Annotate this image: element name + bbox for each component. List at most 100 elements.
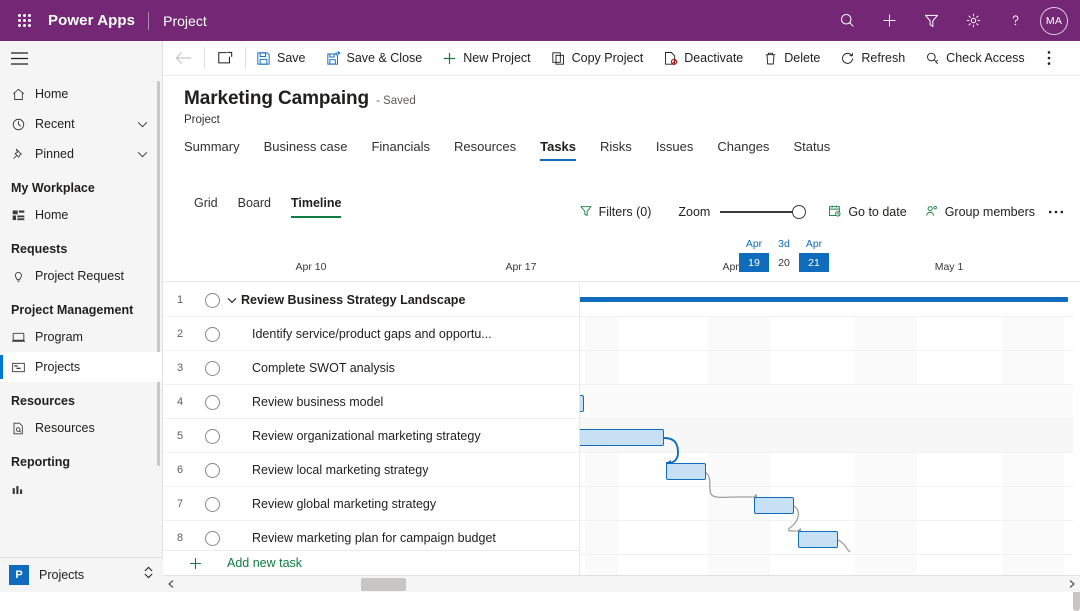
group-members-button[interactable]: Group members <box>916 199 1044 226</box>
sidebar-item-project-request[interactable]: Project Request <box>0 261 162 291</box>
table-row[interactable]: 4 Review business model <box>163 385 579 419</box>
go-to-date-button[interactable]: Go to date <box>819 199 915 226</box>
chevron-down-icon[interactable] <box>137 151 148 158</box>
gantt-bar[interactable] <box>580 429 664 446</box>
chevron-up-down-icon[interactable] <box>143 565 154 585</box>
gantt-bar[interactable] <box>754 497 794 514</box>
sidebar-item-pinned[interactable]: Pinned <box>0 139 162 169</box>
save-and-close-button[interactable]: Save & Close <box>316 41 433 76</box>
sidebar-item-label: Resources <box>35 421 162 435</box>
task-name-cell[interactable]: Review global marketing strategy <box>227 497 436 511</box>
gear-icon[interactable] <box>952 0 994 41</box>
view-tab-board[interactable]: Board <box>228 190 281 224</box>
plus-icon[interactable] <box>868 0 910 41</box>
help-icon[interactable] <box>994 0 1036 41</box>
hamburger-menu-icon[interactable] <box>0 41 163 75</box>
task-name-cell[interactable]: Review marketing plan for campaign budge… <box>227 531 496 545</box>
tab-risks[interactable]: Risks <box>588 139 644 161</box>
range-day-start[interactable]: 19 <box>739 253 769 272</box>
table-row[interactable]: 1 Review Business Strategy Landscape <box>163 283 579 317</box>
table-row[interactable]: 3 Complete SWOT analysis <box>163 351 579 385</box>
gantt-bar[interactable] <box>666 463 706 480</box>
range-day-end[interactable]: 21 <box>799 253 829 272</box>
task-complete-toggle[interactable] <box>197 429 227 444</box>
gantt-summary-bar[interactable] <box>580 297 1068 302</box>
task-complete-toggle[interactable] <box>197 293 227 308</box>
sidebar-item-recent[interactable]: Recent <box>0 109 162 139</box>
table-row[interactable]: 7 Review global marketing strategy <box>163 487 579 521</box>
search-icon[interactable] <box>826 0 868 41</box>
task-name-cell[interactable]: Review organizational marketing strategy <box>227 429 481 443</box>
horizontal-scroll-thumb[interactable] <box>361 578 406 591</box>
popout-button[interactable] <box>205 41 245 76</box>
view-overflow-button[interactable] <box>1044 205 1068 219</box>
horizontal-scrollbar[interactable] <box>163 575 1080 592</box>
tab-issues[interactable]: Issues <box>644 139 706 161</box>
tab-tasks[interactable]: Tasks <box>528 139 588 161</box>
copy-icon <box>551 51 566 66</box>
task-name-cell[interactable]: Identify service/product gaps and opport… <box>227 327 492 341</box>
gantt-vertical-scrollbar[interactable] <box>1073 283 1080 575</box>
task-complete-toggle[interactable] <box>197 395 227 410</box>
command-overflow-button[interactable] <box>1035 41 1063 76</box>
check-access-button[interactable]: Check Access <box>915 41 1035 76</box>
sidebar-item-reporting-clipped[interactable] <box>0 474 162 504</box>
tab-summary[interactable]: Summary <box>184 139 252 161</box>
tab-status[interactable]: Status <box>781 139 842 161</box>
gantt-bar[interactable] <box>580 395 584 412</box>
tab-changes[interactable]: Changes <box>705 139 781 161</box>
timeline-selected-range[interactable]: Apr 3d Apr 19 20 21 <box>739 238 829 272</box>
app-badge: P <box>9 565 29 585</box>
new-project-button[interactable]: New Project <box>432 41 540 76</box>
table-row[interactable]: 6 Review local marketing strategy <box>163 453 579 487</box>
range-day-middle[interactable]: 20 <box>769 253 799 272</box>
scroll-left-arrow-icon[interactable] <box>163 576 179 593</box>
scroll-up-arrow-icon[interactable] <box>1073 567 1079 573</box>
brand-label[interactable]: Power Apps <box>48 12 148 29</box>
zoom-slider[interactable] <box>720 204 805 220</box>
task-complete-toggle[interactable] <box>197 531 227 546</box>
sidebar-item-resources[interactable]: Resources <box>0 413 162 443</box>
tab-financials[interactable]: Financials <box>359 139 442 161</box>
gantt-bar[interactable] <box>798 531 838 548</box>
page-subtitle: Project <box>163 114 1080 126</box>
app-launcher-waffle-icon[interactable] <box>0 0 48 41</box>
scroll-right-arrow-icon[interactable] <box>1064 576 1080 593</box>
chevron-expanded-icon[interactable] <box>227 293 237 307</box>
avatar[interactable]: MA <box>1040 7 1068 35</box>
table-row[interactable]: 5 Review organizational marketing strate… <box>163 419 579 453</box>
copy-project-button[interactable]: Copy Project <box>541 41 654 76</box>
task-complete-toggle[interactable] <box>197 463 227 478</box>
delete-button[interactable]: Delete <box>753 41 830 76</box>
sidebar-item-workplace-home[interactable]: Home <box>0 200 162 230</box>
task-name-cell[interactable]: Review Business Strategy Landscape <box>227 293 465 307</box>
zoom-slider-thumb[interactable] <box>792 205 806 219</box>
task-name-cell[interactable]: Review business model <box>227 395 383 409</box>
save-button[interactable]: Save <box>246 41 316 76</box>
filters-button[interactable]: Filters (0) <box>570 199 661 226</box>
sidebar-app-switcher[interactable]: P Projects <box>0 557 163 592</box>
top-app-bar: Power Apps Project MA <box>0 0 1080 41</box>
task-complete-toggle[interactable] <box>197 497 227 512</box>
sidebar-item-program[interactable]: Program <box>0 322 162 352</box>
refresh-button[interactable]: Refresh <box>830 41 915 76</box>
deactivate-button[interactable]: Deactivate <box>653 41 753 76</box>
task-complete-toggle[interactable] <box>197 327 227 342</box>
view-tab-grid[interactable]: Grid <box>184 190 228 224</box>
task-name-cell[interactable]: Complete SWOT analysis <box>227 361 395 375</box>
task-complete-toggle[interactable] <box>197 361 227 376</box>
scroll-trough[interactable] <box>179 576 1064 593</box>
app-name-label[interactable]: Project <box>149 13 207 29</box>
table-row[interactable]: 2 Identify service/product gaps and oppo… <box>163 317 579 351</box>
sidebar-item-home[interactable]: Home <box>0 79 162 109</box>
tab-business-case[interactable]: Business case <box>252 139 360 161</box>
sidebar-item-projects[interactable]: Projects <box>0 352 162 382</box>
task-name-cell[interactable]: Review local marketing strategy <box>227 463 428 477</box>
view-tab-timeline[interactable]: Timeline <box>281 190 351 224</box>
chevron-down-icon[interactable] <box>137 121 148 128</box>
tab-resources[interactable]: Resources <box>442 139 528 161</box>
filter-icon[interactable] <box>910 0 952 41</box>
add-new-task-row[interactable]: Add new task <box>163 550 580 575</box>
sidebar: Home Recent Pinned My Workplace <box>0 41 163 592</box>
back-button[interactable] <box>163 41 204 76</box>
